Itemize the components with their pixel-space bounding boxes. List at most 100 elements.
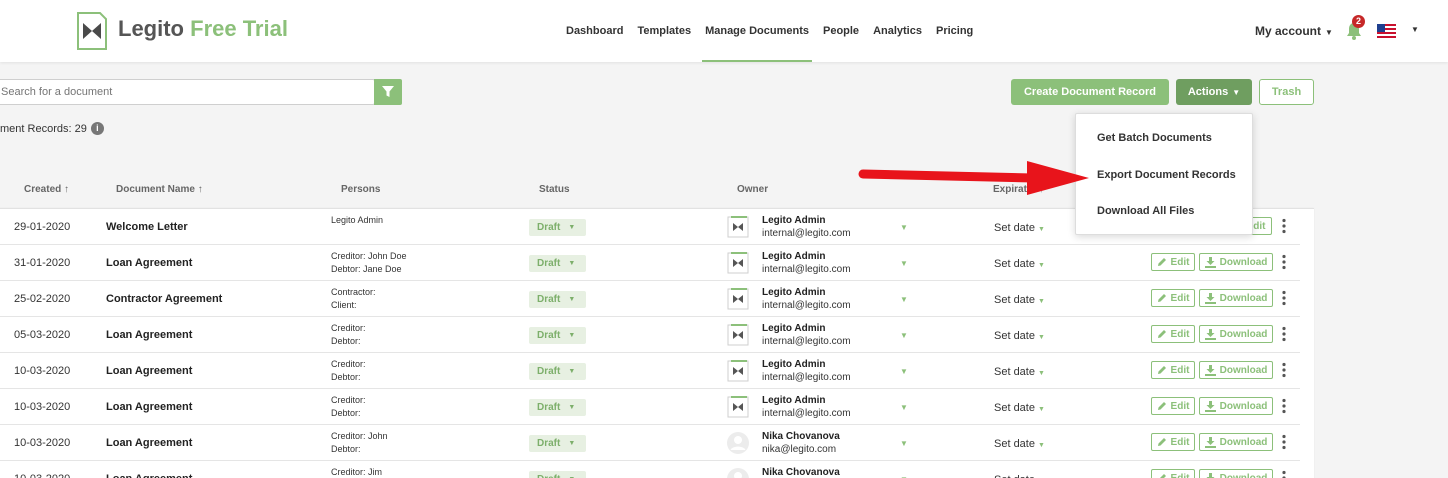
- more-options-icon[interactable]: [1280, 434, 1288, 450]
- edit-button[interactable]: Edit: [1151, 253, 1195, 271]
- owner-caret-icon[interactable]: ▼: [900, 295, 908, 304]
- status-dropdown[interactable]: Draft▼: [529, 363, 586, 380]
- more-options-icon[interactable]: [1280, 362, 1288, 378]
- info-icon[interactable]: i: [90, 122, 104, 135]
- expiration-dropdown[interactable]: Set date▼: [994, 258, 1045, 270]
- status-dropdown[interactable]: Draft▼: [529, 399, 586, 416]
- person-line: Creditor: John Doe: [331, 251, 407, 261]
- app-title[interactable]: Legito Free Trial: [118, 16, 288, 42]
- edit-button[interactable]: Edit: [1151, 469, 1195, 478]
- more-options-icon[interactable]: [1280, 326, 1288, 342]
- nav-dashboard[interactable]: Dashboard: [566, 0, 623, 62]
- download-button[interactable]: Download: [1199, 433, 1273, 451]
- trash-button[interactable]: Trash: [1259, 79, 1314, 105]
- expiration-dropdown[interactable]: Set date▼: [994, 366, 1045, 378]
- us-flag-icon[interactable]: [1377, 24, 1396, 38]
- edit-label: Edit: [1170, 328, 1190, 340]
- filter-button[interactable]: [374, 79, 402, 105]
- owner-caret-icon[interactable]: ▼: [900, 331, 908, 340]
- more-options-icon[interactable]: [1280, 218, 1288, 234]
- download-button[interactable]: Download: [1199, 325, 1273, 343]
- owner-info: Nika Chovanova nika@legito.com: [762, 430, 840, 456]
- owner-info: Legito Admin internal@legito.com: [762, 394, 851, 420]
- document-name-link[interactable]: Loan Agreement: [106, 473, 192, 478]
- status-dropdown[interactable]: Draft▼: [529, 471, 586, 478]
- expiration-label: Set date: [994, 258, 1035, 270]
- download-button[interactable]: Download: [1199, 361, 1273, 379]
- status-dropdown[interactable]: Draft▼: [529, 327, 586, 344]
- document-name-link[interactable]: Welcome Letter: [106, 221, 188, 233]
- expiration-dropdown[interactable]: Set date▼: [994, 474, 1045, 478]
- edit-label: Edit: [1170, 400, 1190, 412]
- menu-export-document-records[interactable]: Export Document Records: [1097, 169, 1236, 181]
- column-created[interactable]: Created ↑: [24, 184, 69, 195]
- status-dropdown[interactable]: Draft▼: [529, 255, 586, 272]
- caret-down-icon: ▼: [568, 224, 576, 231]
- expiration-dropdown[interactable]: Set date▼: [994, 438, 1045, 450]
- edit-button[interactable]: Edit: [1151, 289, 1195, 307]
- edit-button[interactable]: Edit: [1151, 361, 1195, 379]
- table-row[interactable]: 10-03-2020 Loan Agreement Creditor: Debtor:…: [0, 353, 1300, 389]
- persons-list: Creditor: Debtor:: [331, 358, 366, 384]
- more-options-icon[interactable]: [1280, 254, 1288, 270]
- owner-caret-icon[interactable]: ▼: [900, 223, 908, 232]
- table-row[interactable]: 05-03-2020 Loan Agreement Creditor: Debtor:…: [0, 317, 1300, 353]
- expiration-dropdown[interactable]: Set date▼: [994, 402, 1045, 414]
- nav-manage-documents[interactable]: Manage Documents: [702, 0, 812, 62]
- owner-caret-icon[interactable]: ▼: [900, 403, 908, 412]
- nav-templates[interactable]: Templates: [637, 0, 691, 62]
- owner-caret-icon[interactable]: ▼: [900, 259, 908, 268]
- status-dropdown[interactable]: Draft▼: [529, 435, 586, 452]
- owner-caret-icon[interactable]: ▼: [900, 367, 908, 376]
- document-name-link[interactable]: Loan Agreement: [106, 257, 192, 269]
- actions-dropdown-menu: Get Batch Documents Export Document Reco…: [1075, 113, 1253, 235]
- status-dropdown[interactable]: Draft▼: [529, 291, 586, 308]
- create-document-record-button[interactable]: Create Document Record: [1011, 79, 1169, 105]
- language-caret-icon[interactable]: ▼: [1411, 25, 1419, 34]
- table-row[interactable]: 25-02-2020 Contractor Agreement Contractor…: [0, 281, 1300, 317]
- document-name-link[interactable]: Loan Agreement: [106, 329, 192, 341]
- column-name-label: Document Name: [116, 184, 195, 195]
- more-options-icon[interactable]: [1280, 470, 1288, 478]
- search-input[interactable]: [0, 80, 374, 104]
- menu-get-batch-documents[interactable]: Get Batch Documents: [1097, 132, 1212, 144]
- table-row[interactable]: 10-03-2020 Loan Agreement Creditor: Debtor:…: [0, 389, 1300, 425]
- document-name-link[interactable]: Loan Agreement: [106, 401, 192, 413]
- document-name-link[interactable]: Loan Agreement: [106, 365, 192, 377]
- edit-button[interactable]: Edit: [1151, 397, 1195, 415]
- document-name-link[interactable]: Loan Agreement: [106, 437, 192, 449]
- owner-info: Legito Admin internal@legito.com: [762, 250, 851, 276]
- top-header: Legito Free Trial Dashboard Templates Ma…: [0, 0, 1448, 62]
- edit-button[interactable]: Edit: [1151, 325, 1195, 343]
- table-row[interactable]: 10-03-2020 Loan Agreement Creditor: Jim Dra…: [0, 461, 1300, 478]
- actions-button[interactable]: Actions ▼: [1176, 79, 1252, 105]
- legito-logo-icon[interactable]: [76, 11, 108, 51]
- expiration-dropdown[interactable]: Set date▼: [994, 294, 1045, 306]
- table-row[interactable]: 31-01-2020 Loan Agreement Creditor: John D…: [0, 245, 1300, 281]
- download-button[interactable]: Download: [1199, 289, 1273, 307]
- menu-download-all-files[interactable]: Download All Files: [1097, 205, 1194, 217]
- download-icon: [1206, 472, 1215, 478]
- my-account-menu[interactable]: My account ▼: [1255, 24, 1333, 38]
- owner-info: Legito Admin internal@legito.com: [762, 322, 851, 348]
- nav-pricing[interactable]: Pricing: [936, 0, 973, 62]
- status-dropdown[interactable]: Draft▼: [529, 219, 586, 236]
- owner-caret-icon[interactable]: ▼: [900, 439, 908, 448]
- expiration-label: Set date: [994, 474, 1035, 478]
- expiration-dropdown[interactable]: Set date▼: [994, 222, 1045, 234]
- download-button[interactable]: Download: [1199, 253, 1273, 271]
- document-name-link[interactable]: Contractor Agreement: [106, 293, 222, 305]
- pencil-icon: [1157, 366, 1166, 374]
- nav-people[interactable]: People: [823, 0, 859, 62]
- edit-button[interactable]: Edit: [1151, 433, 1195, 451]
- more-options-icon[interactable]: [1280, 290, 1288, 306]
- column-status: Status: [539, 184, 570, 195]
- nav-analytics[interactable]: Analytics: [873, 0, 922, 62]
- table-row[interactable]: 10-03-2020 Loan Agreement Creditor: John De…: [0, 425, 1300, 461]
- download-label: Download: [1219, 364, 1268, 376]
- download-button[interactable]: Download: [1199, 469, 1273, 478]
- column-document-name[interactable]: Document Name ↑: [116, 184, 203, 195]
- download-button[interactable]: Download: [1199, 397, 1273, 415]
- more-options-icon[interactable]: [1280, 398, 1288, 414]
- expiration-dropdown[interactable]: Set date▼: [994, 330, 1045, 342]
